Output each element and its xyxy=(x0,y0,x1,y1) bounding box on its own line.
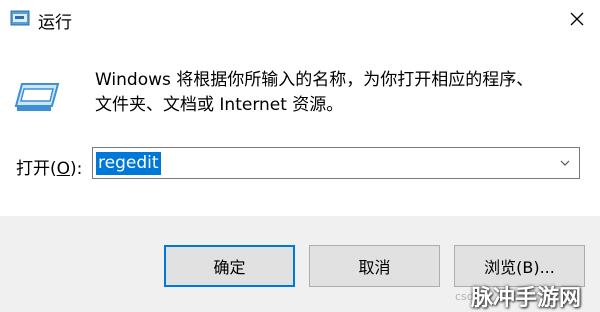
close-icon xyxy=(570,12,584,26)
chevron-down-icon[interactable] xyxy=(559,157,571,169)
description: Windows 将根据你所输入的名称，为你打开相应的程序、 文件夹、文档或 In… xyxy=(95,68,585,118)
description-line-2: 文件夹、文档或 Internet 资源。 xyxy=(95,95,344,115)
open-label-suffix: ): xyxy=(70,159,83,179)
window-title: 运行 xyxy=(38,13,72,33)
open-label-prefix: 打开( xyxy=(16,159,57,179)
open-label-accelerator: O xyxy=(56,159,71,179)
ok-button[interactable]: 确定 xyxy=(164,245,295,287)
cancel-button[interactable]: 取消 xyxy=(309,245,440,287)
close-button[interactable] xyxy=(554,0,600,38)
open-label: 打开(O): xyxy=(16,154,82,179)
run-program-icon xyxy=(14,83,60,111)
watermark: 脉冲手游网 xyxy=(471,286,582,311)
description-line-1: Windows 将根据你所输入的名称，为你打开相应的程序、 xyxy=(95,70,534,90)
open-combobox[interactable]: regedit xyxy=(92,147,580,179)
open-input-value[interactable]: regedit xyxy=(96,152,161,175)
title-bar: 运行 xyxy=(0,0,600,38)
run-dialog-icon xyxy=(10,10,30,26)
